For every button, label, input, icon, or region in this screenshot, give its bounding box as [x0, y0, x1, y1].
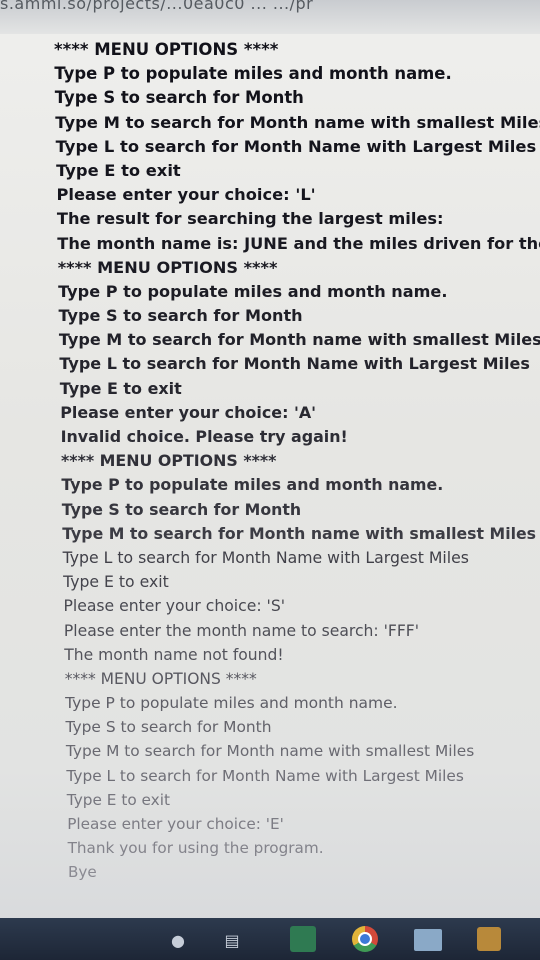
console-line: Type E to exit: [66, 790, 170, 809]
console-line: Type S to search for Month: [58, 306, 303, 326]
console-line: Please enter your choice: 'S': [63, 597, 286, 616]
console-line: Type E to exit: [56, 160, 181, 180]
console-line: Type P to populate miles and month name.: [54, 64, 452, 84]
console-line: Type M to search for Month name with sma…: [55, 112, 540, 132]
chrome-icon[interactable]: [352, 926, 378, 952]
console-line: The result for searching the largest mil…: [56, 209, 444, 229]
console-line: The month name not found!: [64, 645, 284, 664]
console-line: Thank you for using the program.: [67, 839, 324, 858]
console-line: The month name is: JUNE and the miles dr…: [57, 233, 540, 253]
console-line: Type M to search for Month name with sma…: [62, 523, 537, 543]
console-line: Type M to search for Month name with sma…: [65, 742, 475, 761]
console-line: Type S to search for Month: [54, 88, 304, 108]
console-line: **** MENU OPTIONS ****: [54, 40, 279, 59]
console-line: Invalid choice. Please try again!: [60, 427, 348, 446]
console-line: Type E to exit: [59, 378, 182, 398]
console-line: Please enter the month name to search: '…: [63, 621, 420, 640]
file-explorer-icon[interactable]: [414, 929, 442, 951]
taskbar: ● ▤: [0, 918, 540, 960]
console-line: **** MENU OPTIONS ****: [61, 451, 277, 471]
console-line: Please enter your choice: 'L': [56, 185, 316, 205]
console-line: Type P to populate miles and month name.: [65, 694, 398, 713]
url-text: s.ammi.so/projects/...0ea0c0 ... .../pr: [0, 0, 314, 13]
console-line: Type P to populate miles and month name.: [61, 475, 444, 495]
console-line: **** MENU OPTIONS ****: [64, 669, 257, 688]
console-line: Bye: [68, 863, 97, 882]
microphone-icon[interactable]: ●: [166, 928, 190, 952]
console-line: Type M to search for Month name with sma…: [58, 330, 540, 350]
shopping-bag-icon[interactable]: [477, 927, 501, 951]
store-icon[interactable]: [290, 926, 316, 952]
console-line: Type L to search for Month Name with Lar…: [59, 354, 530, 374]
photo-of-screen: s.ammi.so/projects/...0ea0c0 ... .../pr …: [0, 0, 540, 960]
console-line: Type E to exit: [63, 572, 169, 592]
console-line: Type S to search for Month: [65, 718, 272, 737]
console-line: Type L to search for Month Name with Lar…: [62, 547, 469, 567]
task-view-icon[interactable]: ▤: [220, 928, 244, 952]
browser-url-bar[interactable]: s.ammi.so/projects/...0ea0c0 ... .../pr: [0, 0, 540, 34]
console-line: Type L to search for Month Name with Lar…: [55, 136, 537, 156]
console-line: Please enter your choice: 'E': [67, 815, 284, 833]
console-line: **** MENU OPTIONS ****: [57, 257, 278, 277]
console-line: Type L to search for Month Name with Lar…: [66, 766, 464, 785]
console-line: Type P to populate miles and month name.: [58, 281, 448, 301]
console-output: **** MENU OPTIONS **** Type P to populate…: [54, 38, 540, 885]
console-line: Type S to search for Month: [61, 499, 302, 519]
console-line: Please enter your choice: 'A': [60, 402, 317, 422]
